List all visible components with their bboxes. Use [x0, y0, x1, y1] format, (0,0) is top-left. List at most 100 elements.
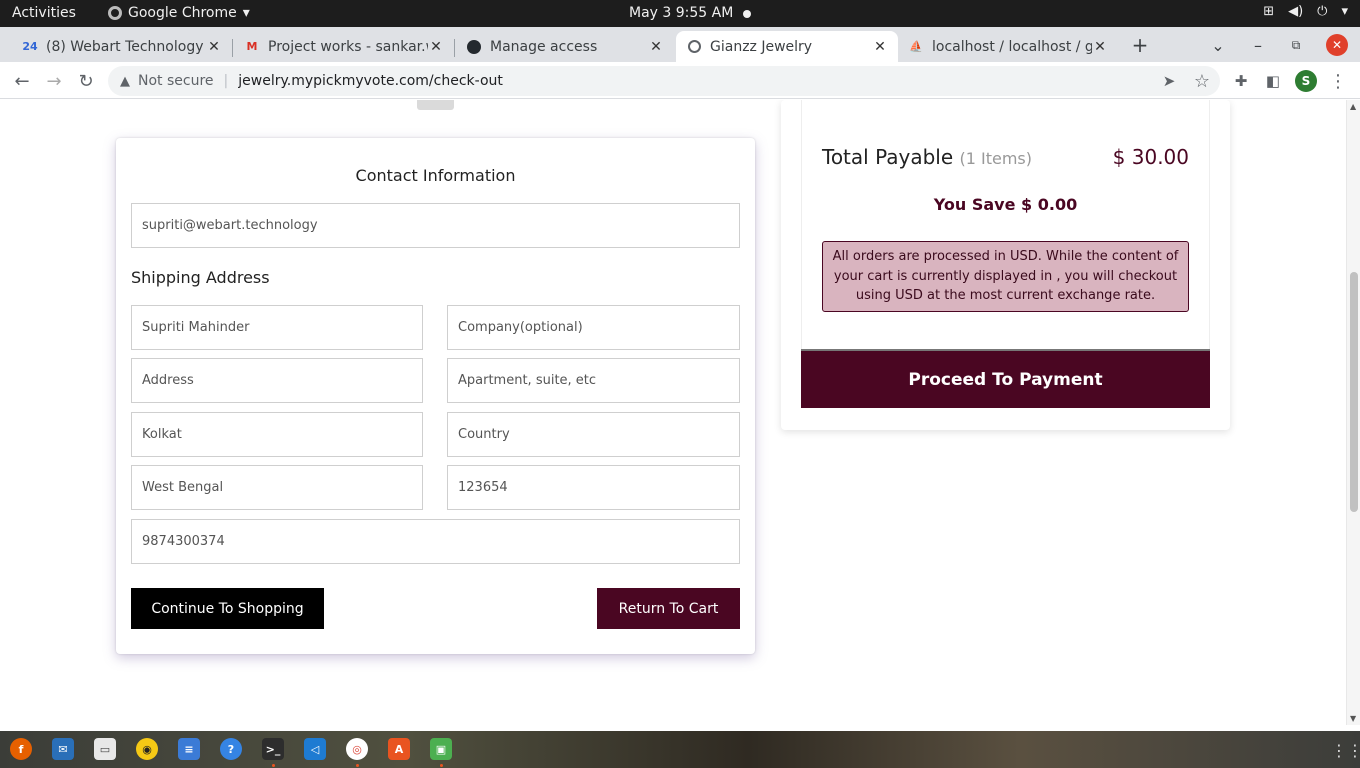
volume-icon: ◀): [1288, 4, 1304, 19]
firefox-icon[interactable]: f: [10, 738, 32, 760]
tab-title: (8) Webart Technology: [46, 38, 204, 55]
activities-button[interactable]: Activities: [12, 5, 76, 21]
thunderbird-icon[interactable]: ✉: [52, 738, 74, 760]
phone-field[interactable]: 9874300374: [131, 519, 740, 564]
summary-panel: Total Payable (1 Items) $ 30.00 You Save…: [801, 100, 1210, 350]
menu-kebab-icon[interactable]: ⋮: [1325, 68, 1351, 94]
help-icon[interactable]: ?: [220, 738, 242, 760]
return-to-cart-button[interactable]: Return To Cart: [597, 588, 740, 629]
tab-divider: [232, 39, 233, 57]
send-icon[interactable]: ➤: [1156, 68, 1182, 94]
github-icon: [466, 39, 482, 55]
forward-button[interactable]: →: [41, 68, 67, 94]
side-panel-icon[interactable]: ◧: [1260, 68, 1286, 94]
tab-title: Manage access: [490, 38, 598, 55]
order-summary-card: Total Payable (1 Items) $ 30.00 You Save…: [781, 100, 1230, 430]
page-scrollbar[interactable]: ▲ ▼: [1346, 100, 1360, 725]
app-name: Google Chrome: [128, 5, 237, 21]
bookmark-star-icon[interactable]: ☆: [1189, 68, 1215, 94]
company-field[interactable]: Company(optional): [447, 305, 740, 350]
close-icon[interactable]: ✕: [648, 39, 664, 55]
url-text[interactable]: jewelry.mypickmyvote.com/check-out: [238, 73, 503, 89]
rhythmbox-icon[interactable]: ◉: [136, 738, 158, 760]
app-menu[interactable]: Google Chrome ▾: [108, 5, 250, 21]
shipping-heading: Shipping Address: [131, 268, 270, 287]
terminal-icon[interactable]: >_: [262, 738, 284, 760]
warning-icon[interactable]: ▲: [120, 74, 130, 89]
tab-manage-access[interactable]: Manage access ✕: [456, 31, 674, 62]
files-icon[interactable]: ▭: [94, 738, 116, 760]
gmail-icon: M: [246, 40, 258, 53]
scroll-up-arrow-icon[interactable]: ▲: [1350, 102, 1356, 111]
apartment-field[interactable]: Apartment, suite, etc: [447, 358, 740, 403]
email-field[interactable]: supriti@webart.technology: [131, 203, 740, 248]
chrome-icon: [108, 6, 122, 20]
zip-field[interactable]: 123654: [447, 465, 740, 510]
tab-title: localhost / localhost / g: [932, 38, 1092, 55]
items-count: (1 Items): [959, 149, 1033, 168]
restore-button[interactable]: ⧉: [1284, 33, 1308, 57]
total-amount: $ 30.00: [1112, 145, 1189, 169]
chrome-icon[interactable]: ◎: [346, 738, 368, 760]
close-icon[interactable]: ✕: [206, 39, 222, 55]
tab-strip: 24 (8) Webart Technology ✕ M Project wor…: [0, 27, 1360, 62]
state-field[interactable]: West Bengal: [131, 465, 423, 510]
back-button[interactable]: ←: [9, 68, 35, 94]
running-indicator: [356, 764, 359, 767]
tab-title: Project works - sankar.w: [268, 38, 428, 55]
total-payable-label: Total Payable (1 Items): [822, 145, 1032, 169]
close-window-button[interactable]: ✕: [1325, 33, 1349, 57]
tab-search-chevron-icon[interactable]: ⌄: [1206, 33, 1230, 57]
contact-heading: Contact Information: [355, 166, 516, 185]
minimize-button[interactable]: –: [1246, 33, 1270, 57]
tab-gianzz-jewelry[interactable]: Gianzz Jewelry ✕: [676, 31, 898, 62]
running-indicator: [272, 764, 275, 767]
chevron-down-icon: ▾: [1341, 4, 1348, 19]
system-tray[interactable]: ⊞ ◀) ⏻ ▾: [1263, 4, 1348, 19]
system-top-bar: Activities Google Chrome ▾ May 3 9:55 AM…: [0, 0, 1360, 27]
continue-shopping-button[interactable]: Continue To Shopping: [131, 588, 324, 629]
country-field[interactable]: Country: [447, 412, 740, 457]
ubuntu-dock: f ✉ ▭ ◉ ≡ ? >_ ◁ ◎ A ▣ ⋮⋮⋮: [0, 731, 1360, 768]
extensions-puzzle-icon[interactable]: ✚: [1228, 68, 1254, 94]
vscode-icon[interactable]: ◁: [304, 738, 326, 760]
contact-card: Contact Information supriti@webart.techn…: [116, 138, 755, 654]
software-center-icon[interactable]: A: [388, 738, 410, 760]
close-icon[interactable]: ✕: [428, 39, 444, 55]
show-apps-grid-icon[interactable]: ⋮⋮⋮: [1331, 741, 1360, 760]
phpmyadmin-icon: ⛵: [909, 40, 923, 53]
close-icon[interactable]: ✕: [872, 39, 888, 55]
scroll-down-arrow-icon[interactable]: ▼: [1350, 714, 1356, 723]
notification-dot: [743, 10, 751, 18]
browser-toolbar: ← → ↻ ▲ Not secure | jewelry.mypickmyvot…: [0, 62, 1360, 99]
profile-avatar[interactable]: S: [1295, 70, 1317, 92]
globe-icon: [686, 39, 702, 55]
security-status[interactable]: Not secure: [138, 73, 214, 89]
running-indicator: [440, 764, 443, 767]
proceed-to-payment-button[interactable]: Proceed To Payment: [801, 349, 1210, 408]
network-icon: ⊞: [1263, 4, 1275, 19]
savings-text: You Save $ 0.00: [933, 195, 1078, 214]
city-field[interactable]: Kolkat: [131, 412, 423, 457]
writer-icon[interactable]: ≡: [178, 738, 200, 760]
tab-gmail[interactable]: M Project works - sankar.w ✕: [234, 31, 454, 62]
reload-button[interactable]: ↻: [73, 68, 99, 94]
page-viewport: Contact Information supriti@webart.techn…: [0, 100, 1346, 725]
image-viewer-icon[interactable]: ▣: [430, 738, 452, 760]
close-icon[interactable]: ✕: [1092, 39, 1108, 55]
tab-divider: [454, 39, 455, 57]
address-bar[interactable]: ▲ Not secure | jewelry.mypickmyvote.com/…: [108, 66, 1220, 96]
total-label-text: Total Payable: [822, 145, 954, 169]
scroll-to-top-tab[interactable]: [417, 100, 454, 110]
tab-phpmyadmin[interactable]: ⛵ localhost / localhost / g ✕: [898, 31, 1118, 62]
scrollbar-thumb[interactable]: [1350, 272, 1358, 512]
tab-title: Gianzz Jewelry: [710, 38, 813, 55]
currency-note: All orders are processed in USD. While t…: [822, 241, 1189, 312]
close-icon: ✕: [1326, 34, 1348, 56]
address-field[interactable]: Address: [131, 358, 423, 403]
name-field[interactable]: Supriti Mahinder: [131, 305, 423, 350]
new-tab-button[interactable]: +: [1128, 33, 1152, 57]
tab-favicon: 24: [22, 40, 38, 53]
clock[interactable]: May 3 9:55 AM: [629, 5, 733, 21]
tab-webart[interactable]: 24 (8) Webart Technology ✕: [12, 31, 232, 62]
